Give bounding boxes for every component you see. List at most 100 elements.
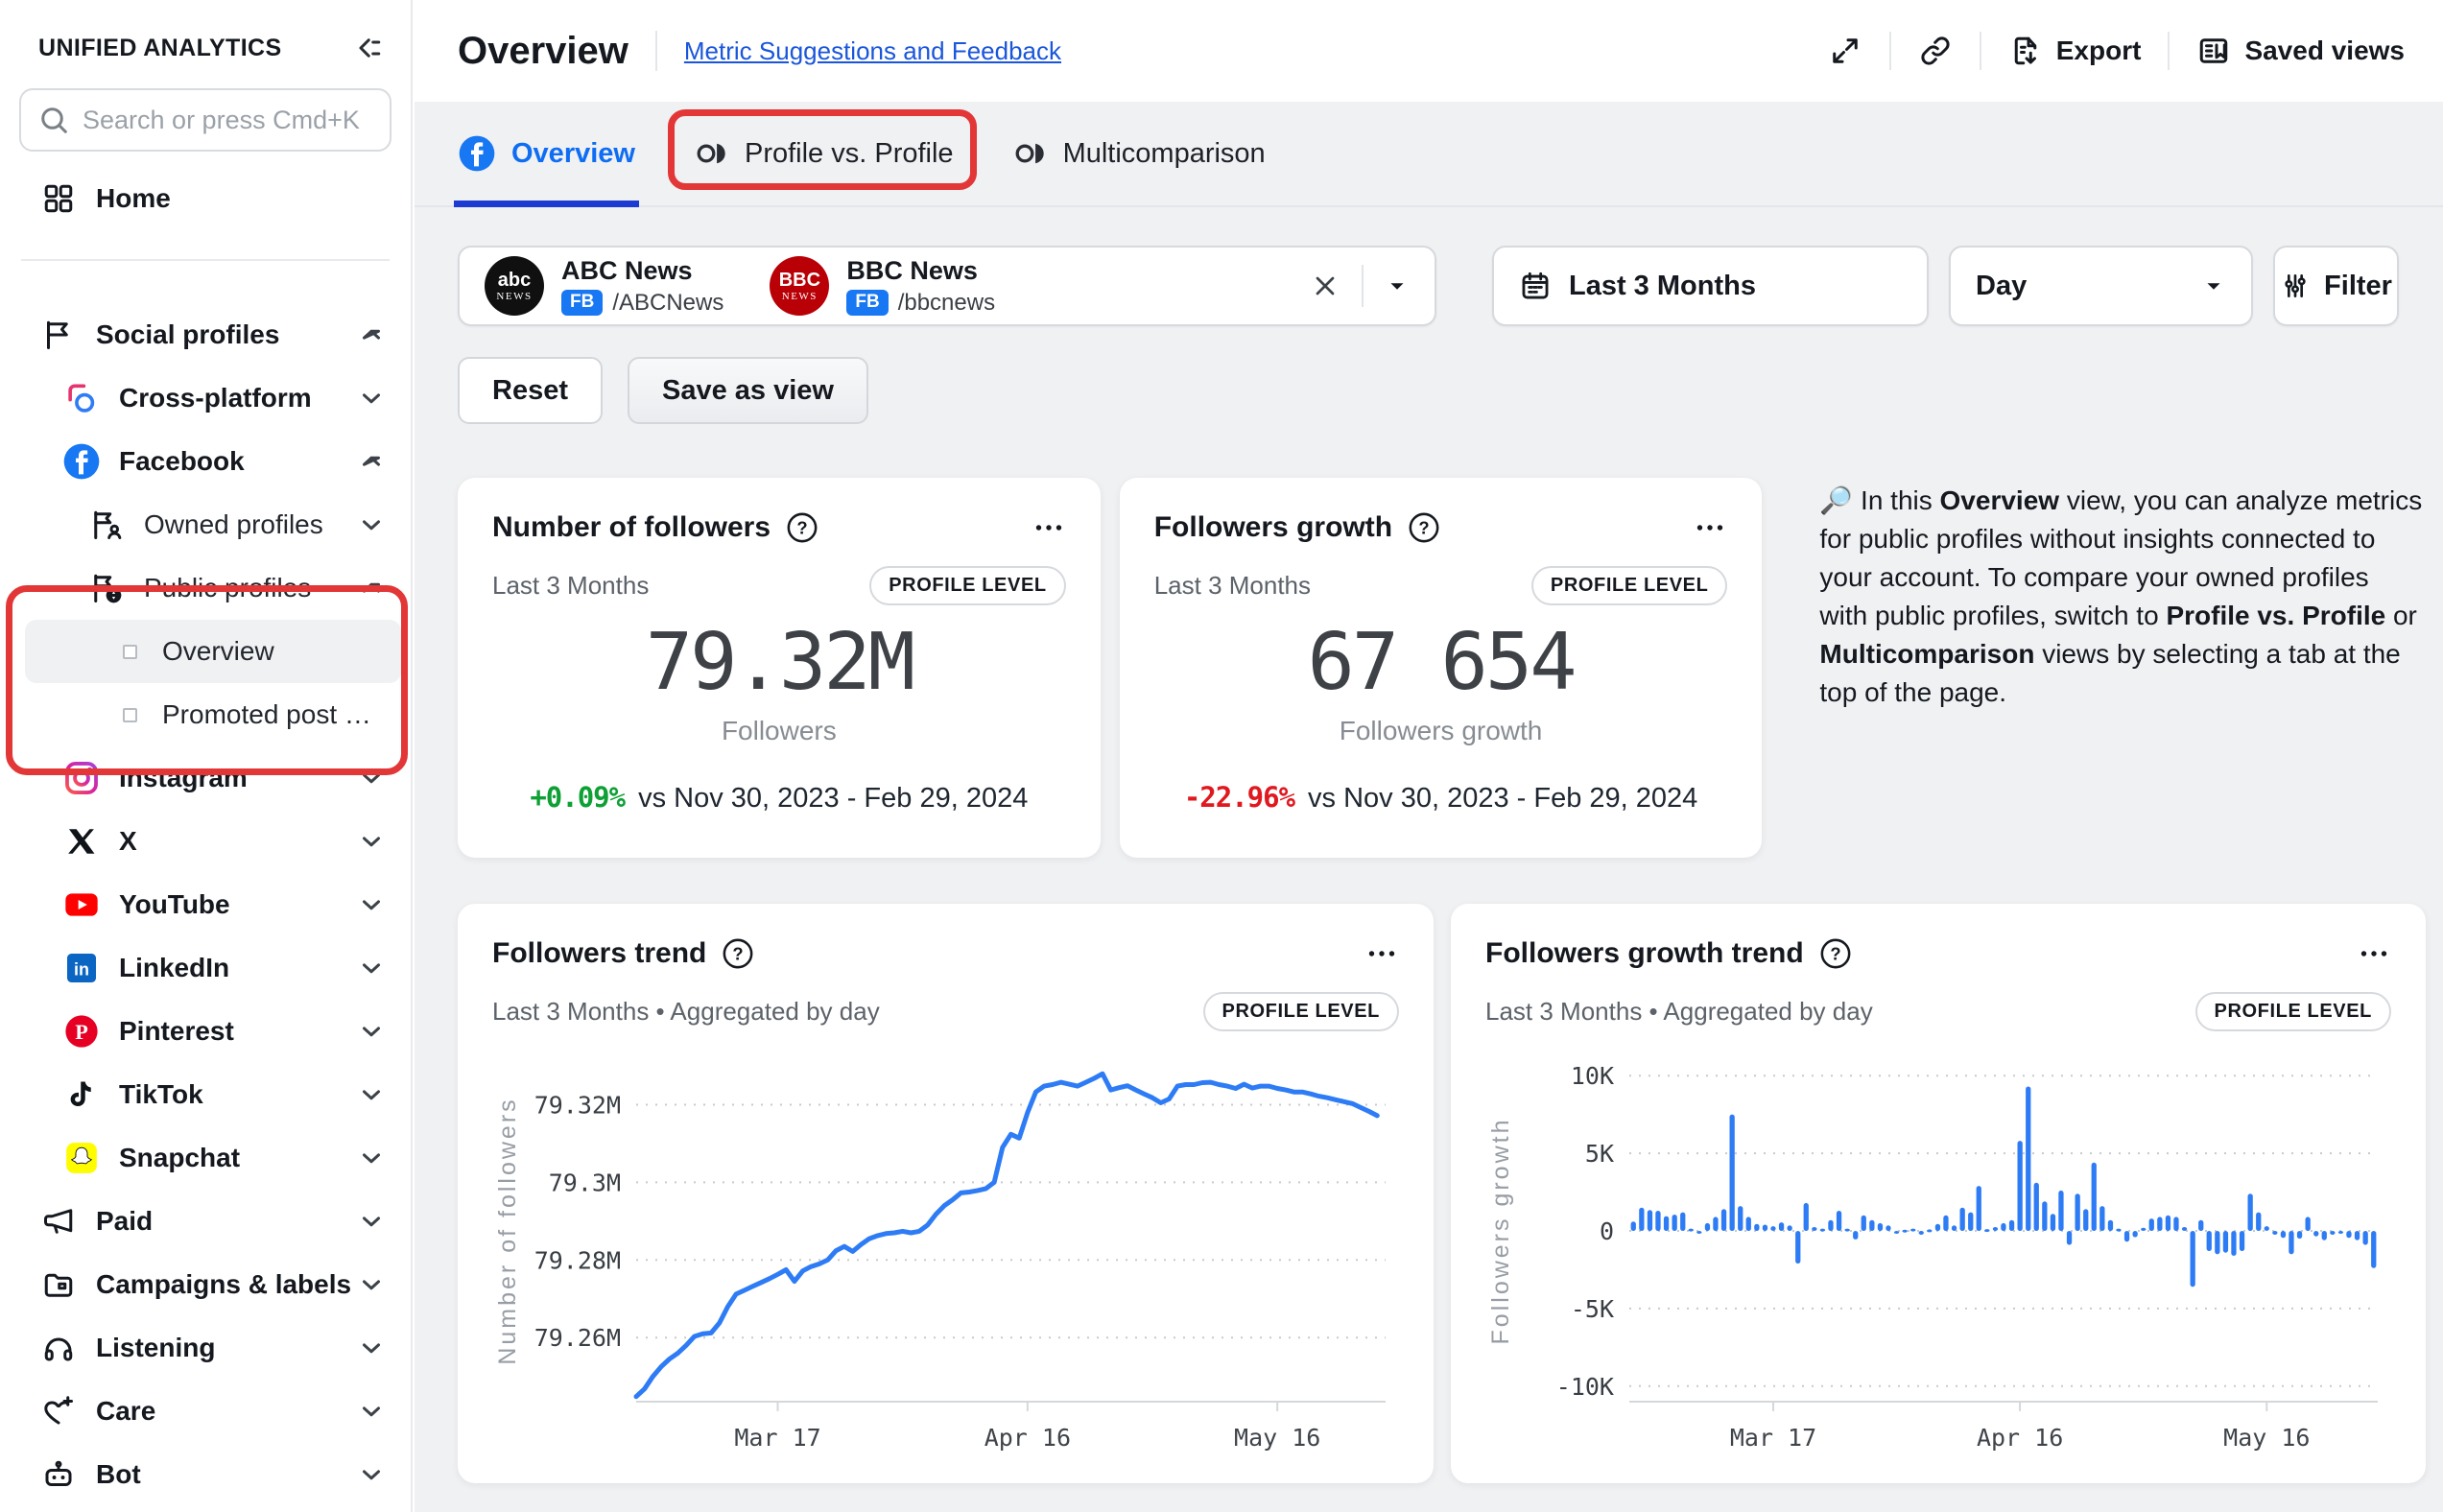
care-icon (38, 1391, 79, 1431)
sidebar-item-overview[interactable]: Overview (25, 620, 401, 683)
saved-views-button[interactable]: Saved views (2196, 34, 2405, 68)
sidebar-item-social-profiles[interactable]: Social profiles (0, 303, 411, 366)
save-as-view-button[interactable]: Save as view (628, 357, 868, 424)
sidebar-item-snapchat[interactable]: Snapchat (0, 1126, 411, 1190)
svg-text:?: ? (1418, 517, 1429, 537)
export-button[interactable]: Export (2008, 34, 2142, 68)
sidebar-item-pinterest[interactable]: PPinterest (0, 1000, 411, 1063)
svg-text:Followers growth: Followers growth (1487, 1118, 1514, 1345)
bot-icon (38, 1454, 79, 1495)
x-icon (61, 821, 102, 862)
sidebar-item-public-profiles[interactable]: Public profiles (0, 556, 411, 620)
sidebar-item-bot[interactable]: Bot (0, 1443, 411, 1506)
svg-text:79.28M: 79.28M (534, 1246, 621, 1274)
sidebar-item-promoted-post-dete[interactable]: Promoted post dete... (0, 683, 411, 746)
chevron-up-icon (357, 447, 386, 476)
sidebar-item-tiktok[interactable]: TikTok (0, 1063, 411, 1126)
search-input[interactable] (19, 88, 391, 152)
sidebar-item-linkedin[interactable]: inLinkedIn (0, 936, 411, 1000)
followers-trend-card: Followers trend ? Last 3 Months • Aggreg… (458, 904, 1434, 1483)
help-icon[interactable]: ? (786, 511, 818, 544)
sidebar-item-owned-profiles[interactable]: Owned profiles (0, 493, 411, 556)
filter-button[interactable]: Filter (2273, 246, 2399, 326)
profile-name: ABC News (561, 256, 693, 285)
collapse-sidebar-icon[interactable] (349, 31, 384, 65)
chevron-down-icon (357, 764, 386, 792)
divider (1362, 265, 1364, 307)
sidebar-item-paid[interactable]: Paid (0, 1190, 411, 1253)
more-options-icon[interactable] (1032, 510, 1066, 545)
search-icon (36, 103, 71, 142)
sidebar-item-label: Cross-platform (119, 383, 312, 413)
chevron-down-icon (357, 1080, 386, 1109)
profile-selector[interactable]: abcNEWS ABC News FB /ABCNews BBCNEWS BBC… (458, 246, 1436, 326)
kpi-row: Number of followers ? Last 3 Months PROF… (458, 478, 2424, 858)
clear-selection-icon[interactable] (1310, 271, 1340, 301)
sidebar-item-label: Bot (96, 1459, 141, 1490)
chevron-down-icon (357, 1460, 386, 1489)
sidebar-item-label: Overview (162, 636, 274, 667)
date-range-picker[interactable]: Last 3 Months (1492, 246, 1929, 326)
chevron-down-icon (357, 510, 386, 539)
sidebar-item-instagram[interactable]: Instagram (0, 746, 411, 810)
tab-overview[interactable]: Overview (458, 102, 635, 205)
sidebar-item-label: Care (96, 1396, 155, 1427)
svg-text:May 16: May 16 (1234, 1424, 1320, 1452)
main-area: Overview Metric Suggestions and Feedback… (415, 0, 2443, 1512)
sidebar-item-listening[interactable]: Listening (0, 1316, 411, 1380)
svg-text:79.32M: 79.32M (534, 1092, 621, 1120)
svg-text:?: ? (796, 517, 807, 537)
help-icon[interactable]: ? (1819, 937, 1852, 970)
page-header: Overview Metric Suggestions and Feedback… (415, 0, 2443, 102)
sidebar-item-label: Owned profiles (144, 509, 323, 540)
sidebar-item-campaigns-labels[interactable]: Campaigns & labels (0, 1253, 411, 1316)
svg-text:79.3M: 79.3M (549, 1169, 621, 1196)
caret-down-icon (2201, 273, 2226, 298)
kpi-value: 67 654 (1307, 617, 1574, 708)
more-options-icon[interactable] (1364, 936, 1399, 971)
more-options-icon[interactable] (2357, 936, 2391, 971)
kpi-compare-period: vs Nov 30, 2023 - Feb 29, 2024 (638, 783, 1028, 815)
chevron-down-icon (357, 1207, 386, 1236)
svg-text:?: ? (733, 943, 744, 963)
chevron-up-icon (357, 574, 386, 602)
sidebar-item-x[interactable]: X (0, 810, 411, 873)
card-period: Last 3 Months • Aggregated by day (1485, 997, 1873, 1027)
granularity-dropdown[interactable]: Day (1949, 246, 2253, 326)
reset-button[interactable]: Reset (458, 357, 603, 424)
overview-info-note: 🔎 In this Overview view, you can analyze… (1819, 478, 2424, 858)
kpi-delta: -22.96% (1184, 781, 1294, 814)
help-icon[interactable]: ? (1408, 511, 1440, 544)
sidebar-item-care[interactable]: Care (0, 1380, 411, 1443)
instagram-icon (61, 758, 102, 798)
sidebar-item-youtube[interactable]: YouTube (0, 873, 411, 936)
expand-icon[interactable] (1828, 34, 1862, 68)
tab-bar: Overview Profile vs. Profile Multicompar… (415, 102, 2443, 207)
help-icon[interactable]: ? (722, 937, 754, 970)
card-title: Followers trend (492, 937, 706, 970)
filter-label: Filter (2324, 271, 2392, 302)
sidebar-item-cross-platform[interactable]: Cross-platform (0, 366, 411, 430)
sidebar-item-home[interactable]: Home (0, 167, 411, 230)
tab-multicomparison[interactable]: Multicomparison (1013, 102, 1266, 205)
profile-level-badge: PROFILE LEVEL (1531, 566, 1727, 605)
more-options-icon[interactable] (1693, 510, 1727, 545)
share-link-icon[interactable] (1918, 34, 1953, 68)
facebook-network-badge: FB (561, 290, 603, 316)
avatar: BBCNEWS (770, 256, 829, 316)
metric-suggestions-link[interactable]: Metric Suggestions and Feedback (684, 36, 1061, 66)
sidebar-divider (21, 259, 390, 261)
chevron-down-icon (357, 1017, 386, 1046)
divider (655, 31, 657, 71)
export-icon (2008, 34, 2043, 68)
caret-down-icon[interactable] (1385, 273, 1410, 298)
tab-label: Multicomparison (1063, 138, 1266, 170)
card-period: Last 3 Months (492, 571, 649, 601)
card-period: Last 3 Months • Aggregated by day (492, 997, 880, 1027)
facebook-icon (61, 441, 102, 482)
sidebar-item-facebook[interactable]: Facebook (0, 430, 411, 493)
sidebar-item-label: Public profiles (144, 573, 311, 603)
tab-profile-vs-profile[interactable]: Profile vs. Profile (695, 102, 954, 205)
sidebar-item-label: TikTok (119, 1079, 203, 1110)
svg-text:Number of followers: Number of followers (494, 1097, 521, 1364)
